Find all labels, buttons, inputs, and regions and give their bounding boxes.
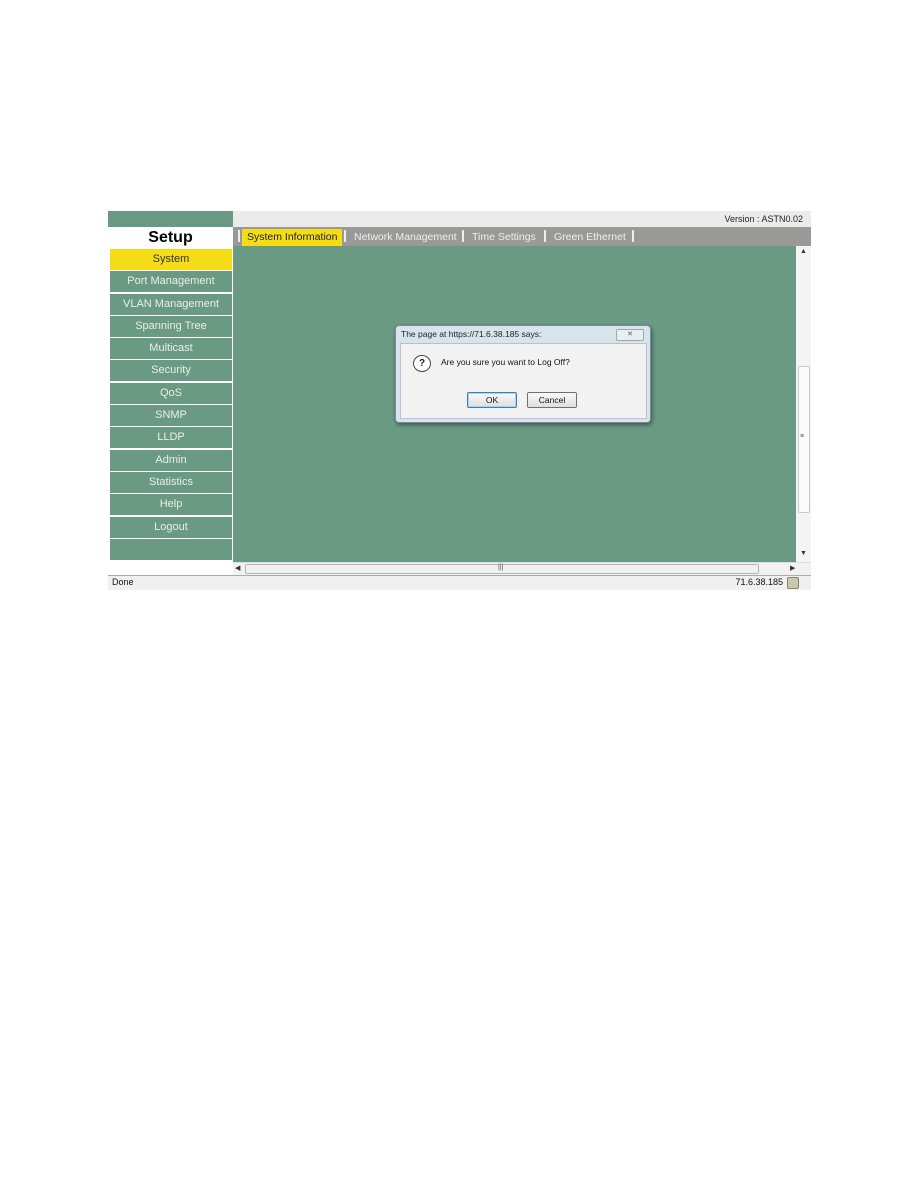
sidebar-title: Setup — [148, 229, 193, 246]
horizontal-scroll-thumb[interactable]: ||| — [245, 564, 759, 574]
sidebar-item-statistics[interactable]: Statistics — [110, 471, 232, 493]
sidebar-item-lldp[interactable]: LLDP — [110, 427, 232, 449]
tab-separator — [632, 230, 634, 242]
tab-time-settings[interactable]: Time Settings — [467, 229, 541, 246]
grip-icon: ||| — [498, 564, 504, 571]
vertical-scrollbar[interactable]: ▲ ≡ ▼ — [796, 246, 811, 562]
sidebar: Setup System Port Management VLAN Manage… — [108, 211, 233, 561]
scroll-right-icon[interactable]: ▶ — [790, 564, 795, 572]
tab-green-ethernet[interactable]: Green Ethernet — [549, 229, 631, 246]
tab-separator — [462, 230, 464, 242]
tab-separator — [238, 230, 240, 242]
close-icon[interactable]: ✕ — [616, 329, 644, 341]
sidebar-item-system[interactable]: System — [110, 249, 232, 270]
sidebar-blank — [110, 538, 232, 560]
sidebar-item-port-management[interactable]: Port Management — [110, 271, 232, 293]
horizontal-scrollbar[interactable]: ◀ ||| ▶ — [233, 562, 811, 575]
cancel-button[interactable]: Cancel — [527, 392, 577, 408]
scroll-down-icon[interactable]: ▼ — [800, 550, 807, 557]
scroll-left-icon[interactable]: ◀ — [235, 564, 240, 572]
status-bar: Done 71.6.38.185 — [108, 575, 811, 590]
tab-bar: System Information Network Management Ti… — [233, 227, 811, 246]
sidebar-header-bar — [108, 211, 233, 227]
version-label: Version : ASTN0.02 — [724, 214, 803, 224]
status-ip: 71.6.38.185 — [735, 577, 783, 587]
dialog-body: ? Are you sure you want to Log Off? OK C… — [400, 343, 647, 419]
sidebar-item-admin[interactable]: Admin — [110, 449, 232, 471]
sidebar-item-security[interactable]: Security — [110, 360, 232, 382]
tab-separator — [544, 230, 546, 242]
scroll-up-icon[interactable]: ▲ — [800, 248, 807, 255]
confirm-dialog: The page at https://71.6.38.185 says: ✕ … — [395, 325, 651, 423]
sidebar-item-multicast[interactable]: Multicast — [110, 338, 232, 360]
security-zone-icon — [787, 577, 799, 589]
sidebar-item-logout[interactable]: Logout — [110, 516, 232, 538]
vertical-scroll-thumb[interactable]: ≡ — [798, 366, 810, 513]
tab-system-information[interactable]: System Information — [242, 229, 343, 246]
tab-separator — [344, 230, 346, 242]
tab-network-management[interactable]: Network Management — [349, 229, 462, 246]
status-text: Done — [112, 577, 134, 587]
sidebar-item-snmp[interactable]: SNMP — [110, 405, 232, 427]
version-bar: Version : ASTN0.02 — [233, 211, 811, 227]
sidebar-item-vlan-management[interactable]: VLAN Management — [110, 293, 232, 315]
dialog-message: Are you sure you want to Log Off? — [441, 357, 570, 367]
sidebar-item-spanning-tree[interactable]: Spanning Tree — [110, 315, 232, 337]
sidebar-item-qos[interactable]: QoS — [110, 382, 232, 404]
ok-button[interactable]: OK — [467, 392, 517, 408]
sidebar-item-help[interactable]: Help — [110, 494, 232, 516]
dialog-title: The page at https://71.6.38.185 says: — [401, 329, 542, 339]
sidebar-menu: System Port Management VLAN Management S… — [110, 249, 232, 560]
grip-icon: ≡ — [800, 433, 805, 440]
question-icon: ? — [413, 355, 431, 372]
